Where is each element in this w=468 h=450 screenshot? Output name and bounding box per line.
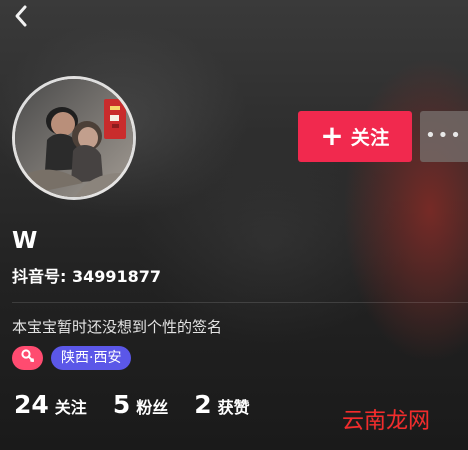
stat-likes[interactable]: 2 获赞 [194, 392, 249, 417]
avatar[interactable] [12, 76, 136, 200]
stat-followers[interactable]: 5 粉丝 [113, 392, 168, 417]
account-id: 抖音号: 34991877 [12, 267, 162, 286]
plus-icon: + [320, 118, 344, 152]
location-badge: 陕西·西安 [51, 346, 132, 370]
section-divider [12, 302, 468, 303]
more-button[interactable]: ••• [420, 111, 468, 162]
more-dots-icon: ••• [425, 124, 463, 146]
profile-screen: + 关注 ••• W 抖音号: 34991877 本宝宝暂时还没想到个性的签名 … [0, 0, 468, 450]
profile-name: W [12, 228, 38, 254]
profile-stats: 24 关注 5 粉丝 2 获赞 [14, 392, 250, 417]
stat-followers-value: 5 [112, 390, 131, 419]
follow-button[interactable]: + 关注 [298, 111, 412, 162]
stat-following-label: 关注 [54, 398, 87, 417]
female-symbol-icon [20, 348, 36, 368]
gender-badge [12, 346, 43, 370]
profile-tags: 陕西·西安 [12, 346, 132, 370]
back-button[interactable] [9, 4, 33, 32]
stat-likes-value: 2 [194, 390, 212, 419]
stat-followers-label: 粉丝 [136, 398, 169, 417]
stat-following[interactable]: 24 关注 [14, 392, 87, 417]
follow-label: 关注 [350, 127, 390, 149]
profile-signature: 本宝宝暂时还没想到个性的签名 [12, 318, 223, 336]
profile-actions: + 关注 ••• [298, 111, 468, 162]
avatar-photo-icon [15, 79, 133, 197]
stat-following-value: 24 [14, 390, 49, 419]
watermark: 云南龙网 [341, 409, 430, 434]
stat-likes-label: 获赞 [217, 398, 250, 417]
chevron-left-icon [13, 4, 29, 32]
